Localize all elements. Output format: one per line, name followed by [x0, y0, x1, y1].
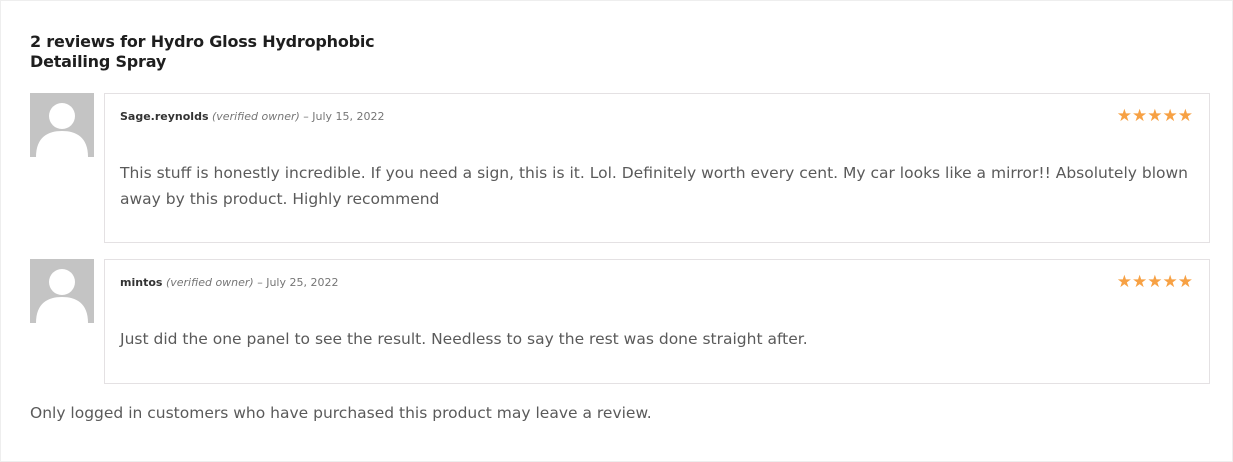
star-rating: ★★★★★ — [1116, 272, 1193, 292]
review-content: Sage.reynolds (verified owner) – July 15… — [104, 93, 1210, 243]
review-login-notice: Only logged in customers who have purcha… — [30, 404, 652, 422]
review-date: July 15, 2022 — [312, 110, 385, 123]
review-author: mintos — [120, 276, 163, 289]
reviews-title: 2 reviews for Hydro Gloss Hydrophobic De… — [30, 32, 375, 71]
star-rating: ★★★★★ — [1116, 106, 1193, 126]
meta-separator: – — [257, 276, 263, 289]
review-date: July 25, 2022 — [266, 276, 339, 289]
review-meta: Sage.reynolds (verified owner) – July 15… — [120, 110, 385, 124]
review-text: This stuff is honestly incredible. If yo… — [120, 164, 1189, 208]
review-author: Sage.reynolds — [120, 110, 209, 123]
review-item: mintos (verified owner) – July 25, 2022 … — [30, 259, 1210, 384]
review-text: Just did the one panel to see the result… — [120, 330, 808, 348]
verified-owner-label: (verified owner) — [165, 276, 254, 289]
avatar-icon — [30, 93, 94, 157]
review-content: mintos (verified owner) – July 25, 2022 … — [104, 259, 1210, 384]
review-meta: mintos (verified owner) – July 25, 2022 — [120, 276, 338, 290]
verified-owner-label: (verified owner) — [212, 110, 300, 123]
review-item: Sage.reynolds (verified owner) – July 15… — [30, 93, 1210, 243]
avatar-icon — [30, 259, 94, 323]
meta-separator: – — [303, 110, 309, 123]
reviews-panel: 2 reviews for Hydro Gloss Hydrophobic De… — [0, 0, 1233, 462]
